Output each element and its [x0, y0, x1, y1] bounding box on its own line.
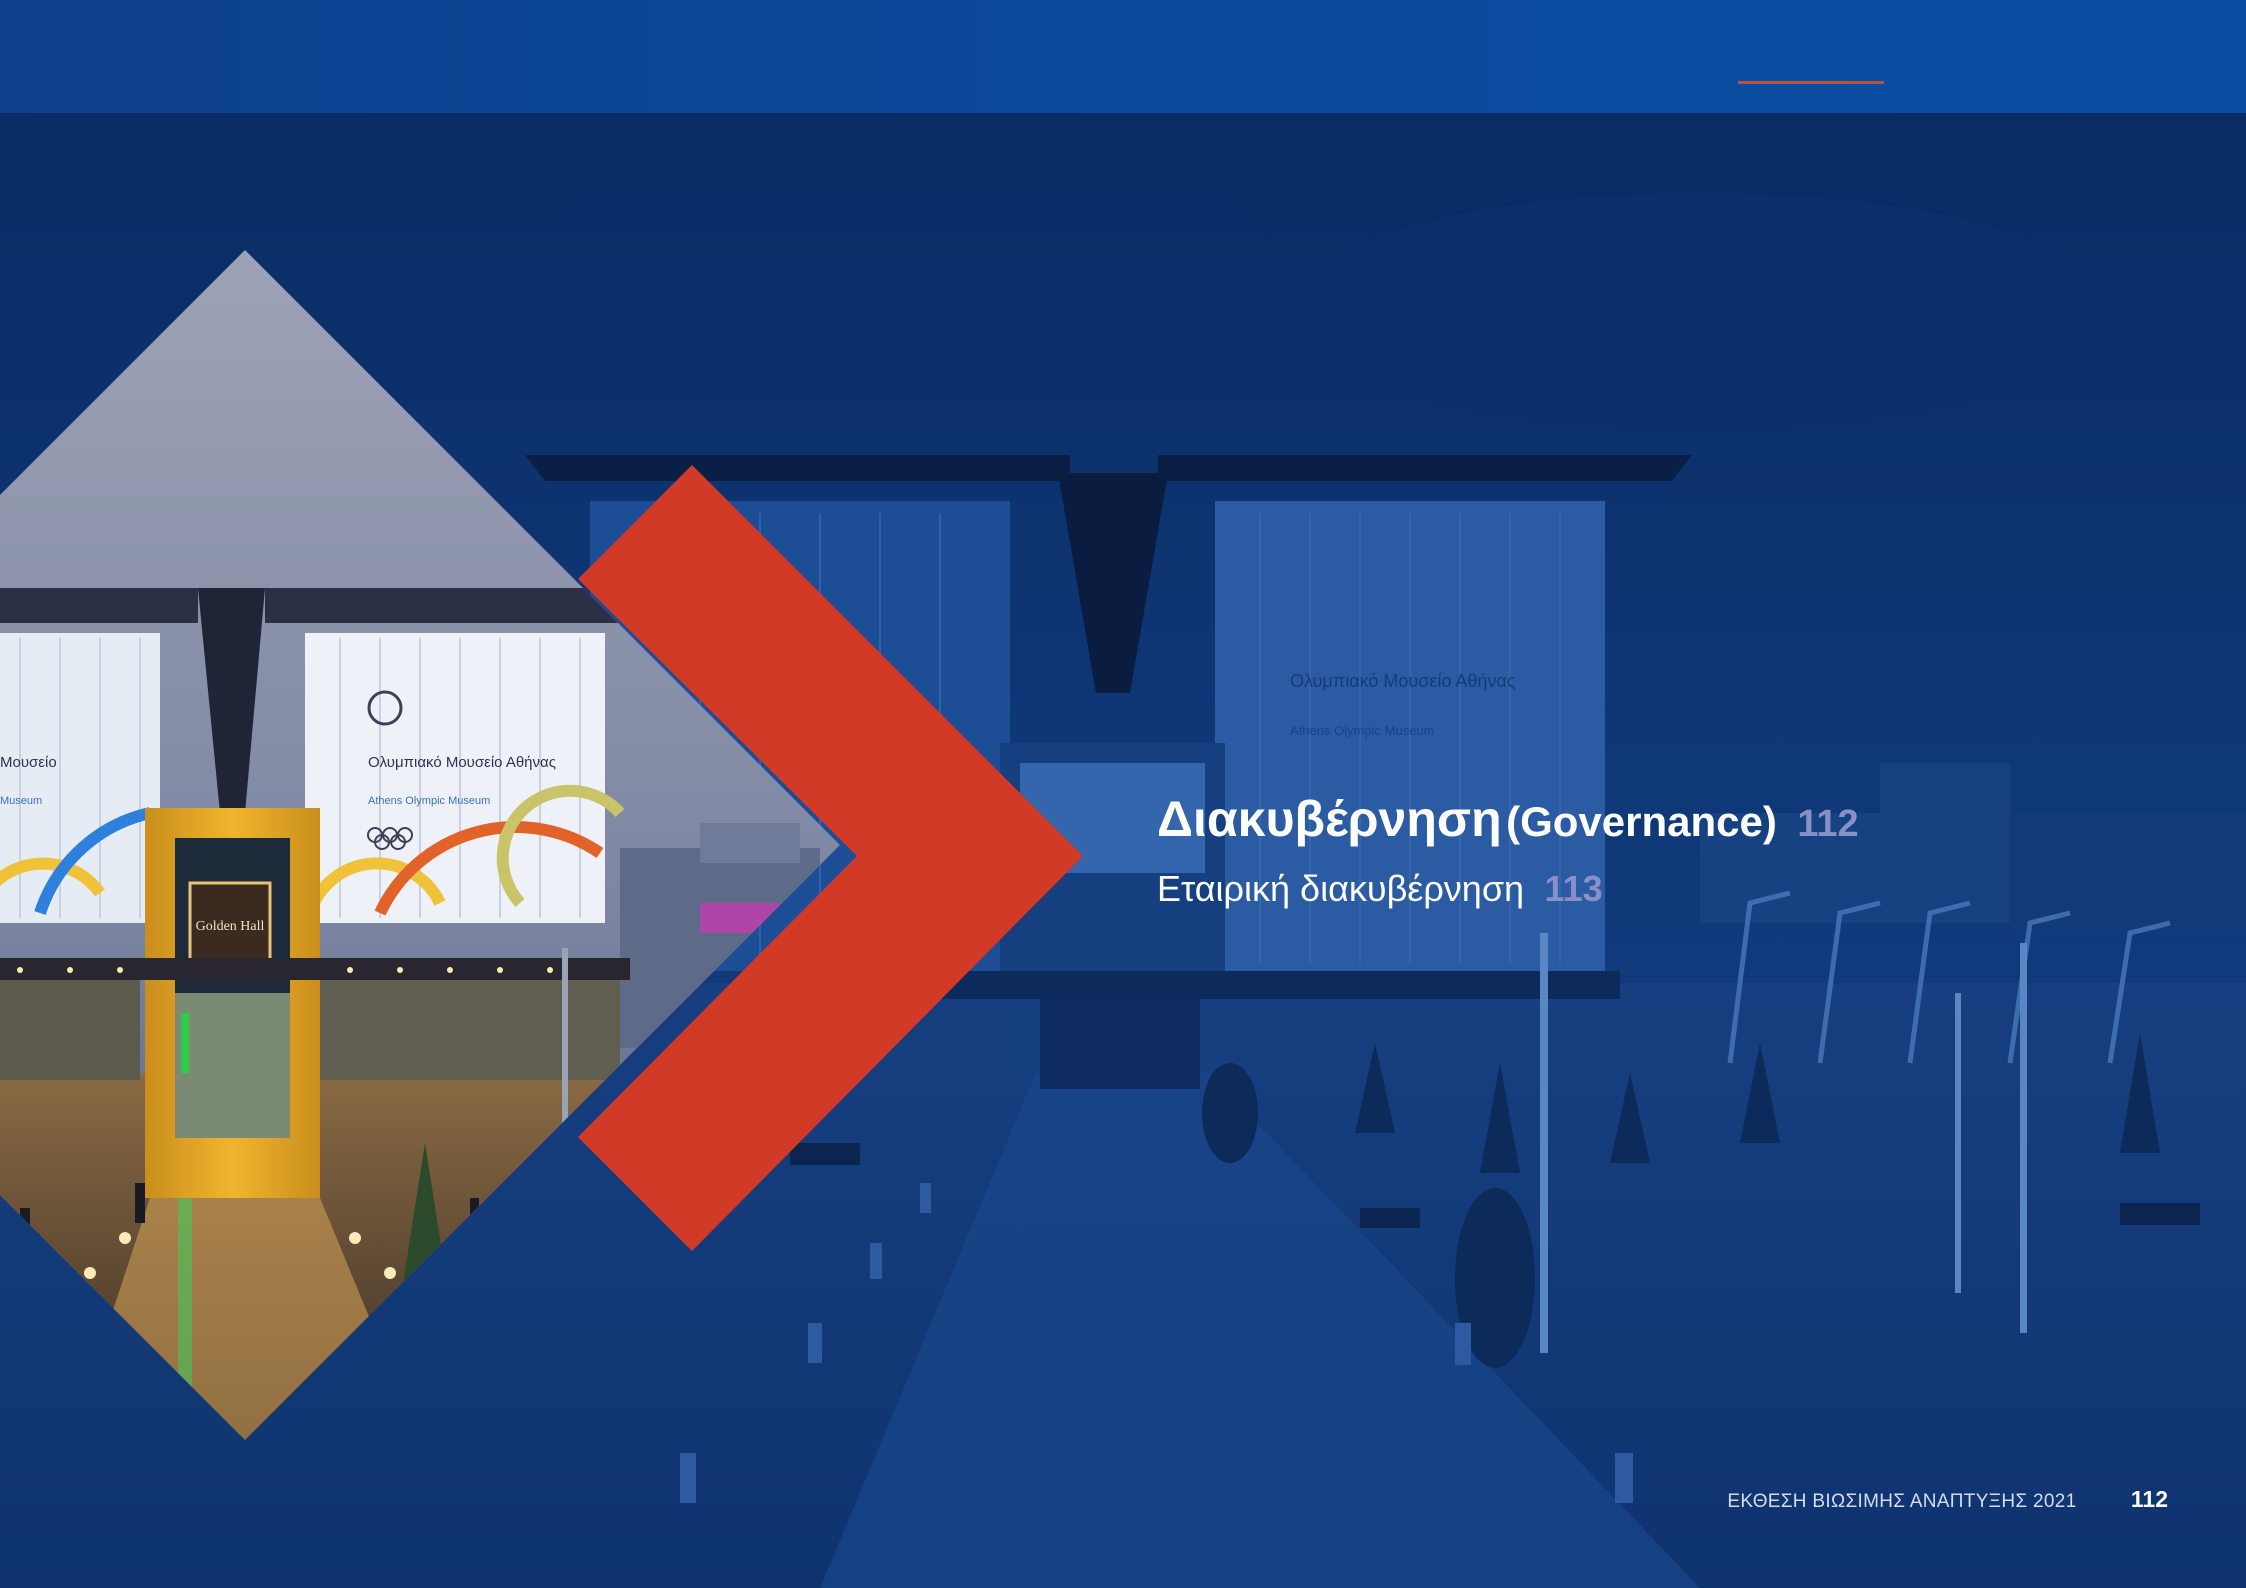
- toc-item-page-number: 113: [1544, 868, 1603, 909]
- page-footer: ΕΚΘΕΣΗ ΒΙΩΣΙΜΗΣ ΑΝΑΠΤΥΞΗΣ 2021 112: [1727, 1486, 2168, 1513]
- page: Ολυμπιακό Μουσείο Αθήνας Athens Olympic …: [0, 0, 2246, 1588]
- toc-item[interactable]: Εταιρική διακυβέρνηση 113: [1157, 868, 2207, 910]
- svg-text:Ολυμπιακό Μουσείο Αθήνας: Ολυμπιακό Μουσείο Αθήνας: [1290, 671, 1516, 691]
- header-accent-line: [1738, 81, 1884, 84]
- footer-page-number: 112: [2130, 1486, 2168, 1512]
- svg-text:Athens Olympic Museum: Athens Olympic Museum: [368, 795, 490, 807]
- svg-text:Ολυμπιακό Μουσείο Αθήνας: Ολυμπιακό Μουσείο Αθήνας: [368, 754, 556, 771]
- svg-text:Museum: Museum: [0, 795, 42, 807]
- top-header-bar: [0, 0, 2246, 113]
- footer-report-title: ΕΚΘΕΣΗ ΒΙΩΣΙΜΗΣ ΑΝΑΠΤΥΞΗΣ 2021: [1727, 1491, 2077, 1512]
- svg-text:Μουσείο: Μουσείο: [0, 754, 57, 771]
- toc-item-label: Εταιρική διακυβέρνηση: [1157, 868, 1525, 909]
- svg-text:Athens Olympic Museum: Athens Olympic Museum: [1290, 723, 1435, 738]
- svg-text:Golden Hall: Golden Hall: [196, 919, 265, 934]
- section-title-line: Διακυβέρνηση (Governance) 112: [1157, 790, 2207, 848]
- section-toc: Διακυβέρνηση (Governance) 112 Εταιρική δ…: [1157, 790, 2207, 910]
- section-title-english: (Governance): [1506, 798, 1777, 845]
- section-title-page-number: 112: [1797, 803, 1859, 845]
- section-title-greek: Διακυβέρνηση: [1157, 791, 1502, 847]
